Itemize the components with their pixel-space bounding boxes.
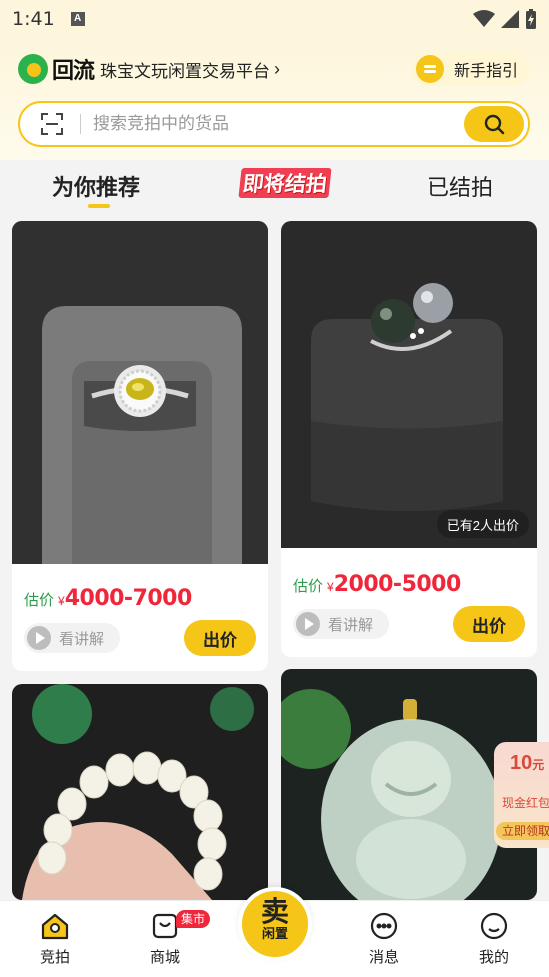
- coupon-amount-value: 10: [510, 752, 533, 774]
- price-row: 估价 ¥ 4000-7000: [24, 586, 192, 611]
- estimated-price: 2000-5000: [333, 572, 462, 597]
- search-icon: [484, 114, 505, 135]
- claim-coupon-button[interactable]: 立即领取: [496, 822, 549, 840]
- profile-icon: [479, 911, 509, 941]
- bidders-count-badge: 已有2人出价: [436, 510, 529, 538]
- product-card[interactable]: 估价 ¥ 4000-7000 看讲解 出价: [12, 221, 268, 671]
- search-bar[interactable]: [18, 101, 530, 147]
- tab-ended[interactable]: 已结拍: [427, 170, 493, 202]
- platform-subtitle: 珠宝文玩闲置交易平台: [100, 61, 271, 81]
- guide-label: 新手指引: [454, 63, 519, 80]
- status-bar: 1:41 A: [0, 0, 549, 38]
- beginner-guide-button[interactable]: 新手指引: [412, 52, 530, 86]
- nav-messages[interactable]: 消息: [354, 911, 414, 967]
- currency-symbol: ¥: [327, 580, 334, 594]
- scan-icon[interactable]: [40, 112, 64, 136]
- nav-label: 消息: [368, 949, 399, 966]
- explain-label: 看讲解: [328, 616, 374, 634]
- nav-label: 商城: [149, 949, 180, 966]
- tab-ending-soon[interactable]: 即将结拍: [238, 168, 332, 198]
- coupon-text: 现金红包: [502, 796, 549, 810]
- auction-house-icon: [40, 911, 70, 941]
- header: 回流 珠宝文玩闲置交易平台 › 新手指引: [0, 38, 549, 160]
- status-time: 1:41: [12, 8, 55, 30]
- play-icon: [27, 626, 51, 650]
- wifi-icon: [473, 10, 495, 27]
- bid-button[interactable]: 出价: [453, 606, 525, 642]
- search-input[interactable]: [93, 114, 433, 134]
- battery-icon: [526, 9, 536, 29]
- sell-main-label: 卖: [260, 896, 289, 927]
- coupon-amount: 10元: [510, 752, 544, 775]
- bid-button[interactable]: 出价: [184, 620, 256, 656]
- product-card[interactable]: [12, 684, 268, 900]
- play-icon: [296, 612, 320, 636]
- explain-label: 看讲解: [59, 630, 105, 648]
- bottom-nav: 竞拍 商城 集市 卖 闲置 消息 我的: [0, 887, 549, 977]
- product-image: [12, 221, 268, 564]
- view-explanation-button[interactable]: 看讲解: [293, 609, 389, 639]
- coupon-unit: 元: [532, 758, 545, 772]
- product-image: 已有2人出价: [281, 221, 537, 548]
- search-button[interactable]: [464, 106, 524, 142]
- sell-sub-label: 闲置: [261, 926, 288, 941]
- market-badge: 集市: [176, 910, 211, 928]
- view-explanation-button[interactable]: 看讲解: [24, 623, 120, 653]
- estimated-price: 4000-7000: [64, 586, 193, 611]
- nav-auction[interactable]: 竞拍: [25, 911, 85, 967]
- search-divider: [80, 114, 81, 134]
- nav-label: 竞拍: [39, 949, 70, 966]
- estimate-label: 估价: [24, 592, 55, 609]
- message-icon: [369, 911, 399, 941]
- tab-recommended[interactable]: 为你推荐: [52, 170, 140, 202]
- nav-profile[interactable]: 我的: [464, 911, 524, 967]
- chevron-right-icon: ›: [274, 58, 281, 79]
- platform-link[interactable]: 回流 珠宝文玩闲置交易平台 ›: [18, 54, 280, 84]
- product-image: [12, 684, 268, 900]
- sell-idle-button[interactable]: 卖 闲置: [238, 887, 312, 961]
- tab-bar: 为你推荐 即将结拍 已结拍: [0, 160, 549, 212]
- price-row: 估价 ¥ 2000-5000: [293, 572, 461, 597]
- red-envelope-coupon[interactable]: 10元 现金红包 立即领取: [494, 742, 549, 848]
- signal-icon: [501, 10, 519, 28]
- guide-icon: [416, 55, 444, 83]
- product-card[interactable]: 已有2人出价 估价 ¥ 2000-5000 看讲解 出价: [281, 221, 537, 657]
- nav-label: 我的: [478, 949, 509, 966]
- app-logo-text: 回流: [52, 58, 95, 83]
- keyboard-indicator-icon: A: [70, 12, 85, 26]
- app-logo-icon: [18, 54, 48, 84]
- estimate-label: 估价: [293, 578, 324, 595]
- active-tab-indicator: [88, 204, 110, 208]
- currency-symbol: ¥: [58, 594, 65, 608]
